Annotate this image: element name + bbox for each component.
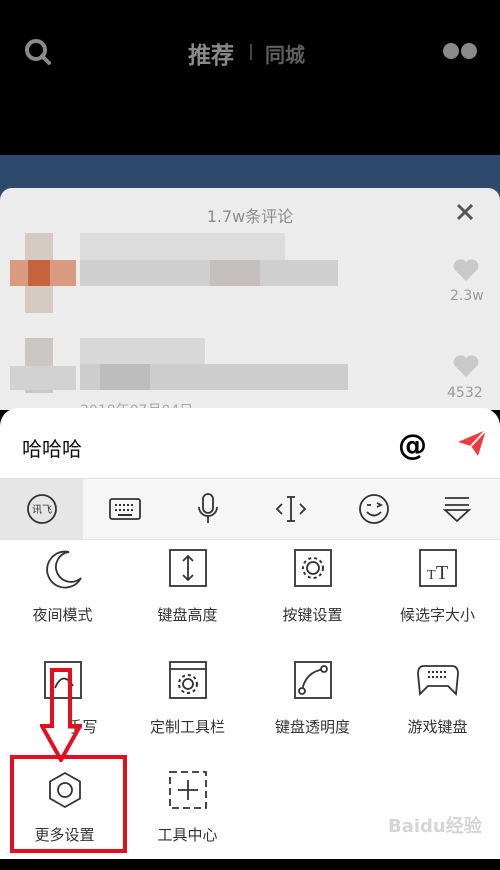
top-bar: 推荐 同城 xyxy=(0,0,500,155)
comments-title: 1.7w条评论 xyxy=(206,207,294,226)
custom-toolbar-icon xyxy=(168,661,207,699)
add-tool-icon xyxy=(168,771,207,809)
font-size-icon: T T xyxy=(418,549,457,587)
blurred-text xyxy=(100,364,150,390)
comments-panel: 1.7w条评论 2.3w 4532 2018年07月04日 xyxy=(0,188,500,410)
transparency-icon xyxy=(293,661,332,699)
keyboard-transparency-button[interactable]: 键盘透明度 xyxy=(250,660,375,760)
keyboard-transparency-label: 键盘透明度 xyxy=(274,718,350,736)
key-settings-label: 按键设置 xyxy=(282,606,343,624)
tab-divider xyxy=(250,44,252,60)
heart-icon[interactable] xyxy=(453,354,479,378)
blurred-text xyxy=(80,260,338,286)
candidate-font-size-label: 候选字大小 xyxy=(399,606,475,624)
ifly-logo-icon: 讯飞 xyxy=(26,494,57,524)
close-icon[interactable] xyxy=(456,203,474,221)
keyboard-icon xyxy=(108,498,141,520)
night-mode-button[interactable]: 夜间模式 xyxy=(0,548,125,648)
tab-local[interactable]: 同城 xyxy=(265,39,305,68)
tool-center-label: 工具中心 xyxy=(157,826,218,844)
blurred-avatar xyxy=(28,260,50,286)
height-adjust-icon xyxy=(168,549,207,587)
keyboard-height-label: 键盘高度 xyxy=(157,606,218,624)
key-settings-button[interactable]: 按键设置 xyxy=(250,548,375,648)
emoji-button[interactable] xyxy=(332,479,415,539)
blurred-text xyxy=(80,233,285,261)
custom-toolbar-label: 定制工具栏 xyxy=(149,718,225,736)
emoji-icon xyxy=(358,494,389,524)
svg-text:T: T xyxy=(436,562,448,584)
at-mention-icon[interactable]: @ xyxy=(398,428,427,462)
keyboard-height-button[interactable]: 键盘高度 xyxy=(125,548,250,648)
svg-text:讯飞: 讯飞 xyxy=(32,504,52,516)
heart-icon[interactable] xyxy=(453,258,479,282)
cursor-move-button[interactable] xyxy=(249,479,332,539)
custom-toolbar-button[interactable]: 定制工具栏 xyxy=(125,660,250,760)
moon-icon xyxy=(45,550,82,589)
game-keyboard-label: 游戏键盘 xyxy=(407,718,468,736)
highlight-box xyxy=(10,755,127,853)
cursor-move-icon xyxy=(275,496,306,522)
collapse-keyboard-icon xyxy=(442,497,471,523)
game-controller-icon xyxy=(416,665,459,696)
more-dots-icon[interactable] xyxy=(443,42,477,60)
night-mode-label: 夜间模式 xyxy=(32,606,93,624)
blurred-text xyxy=(210,260,260,286)
watermark: Baidu经验 xyxy=(388,816,482,837)
comment-input[interactable]: 哈哈哈 xyxy=(22,433,82,462)
tab-recommend[interactable]: 推荐 xyxy=(188,36,234,70)
key-gear-icon xyxy=(293,549,332,587)
search-icon[interactable] xyxy=(24,38,52,66)
like-count: 2.3w xyxy=(450,288,484,304)
svg-text:T: T xyxy=(427,568,436,583)
keyboard-toolbar: 讯飞 xyxy=(0,478,500,540)
voice-input-button[interactable] xyxy=(166,479,249,539)
collapse-keyboard-button[interactable] xyxy=(415,479,498,539)
ifly-logo-button[interactable]: 讯飞 xyxy=(0,479,83,539)
like-count: 4532 xyxy=(447,385,483,401)
send-icon[interactable] xyxy=(457,429,487,457)
tool-center-button[interactable]: 工具中心 xyxy=(125,770,250,870)
game-keyboard-button[interactable]: 游戏键盘 xyxy=(375,660,500,760)
blurred-avatar xyxy=(10,366,76,390)
microphone-icon xyxy=(197,493,218,523)
down-arrow-icon xyxy=(40,668,82,762)
blurred-text xyxy=(80,338,205,364)
candidate-font-size-button[interactable]: T T 候选字大小 xyxy=(375,548,500,648)
keyboard-switch-button[interactable] xyxy=(83,479,166,539)
